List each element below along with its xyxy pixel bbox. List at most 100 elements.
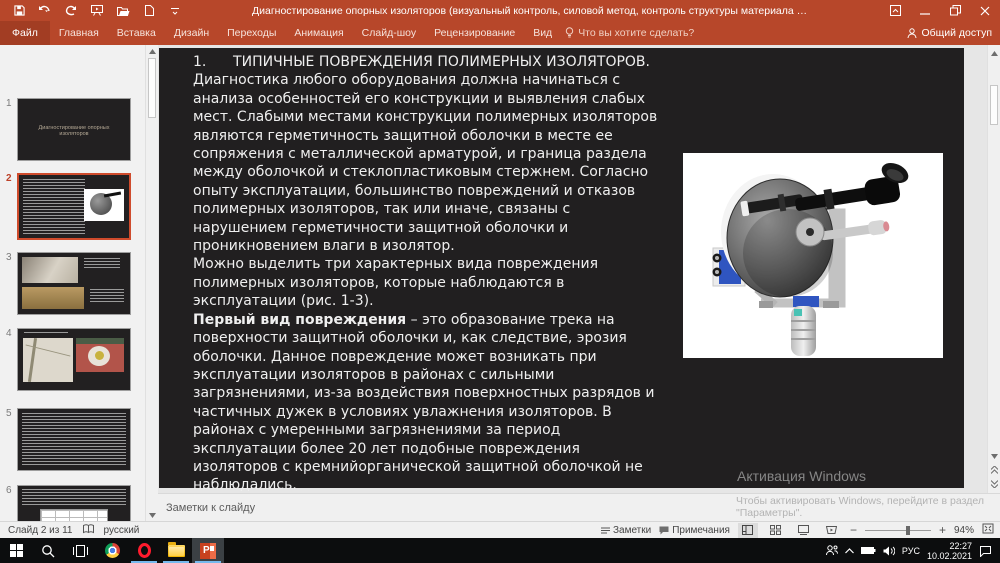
slide-paragraph: Можно выделить три характерных вида повр… [193,256,599,310]
previous-slide-icon[interactable] [988,464,1000,476]
save-icon[interactable] [6,2,32,20]
customize-qat-icon[interactable] [162,2,188,20]
task-view-button[interactable] [64,538,96,563]
language-indicator[interactable]: русский [104,525,140,536]
zoom-out-button[interactable]: − [850,523,857,537]
title-bar: Диагностирование опорных изоляторов (виз… [0,0,1000,21]
comments-icon [659,526,669,534]
tab-view[interactable]: Вид [524,21,561,45]
slide-number: 4 [6,328,12,339]
slide-thumbnail-pane: 1 Диагностирование опорных изоляторов 2 … [0,45,158,521]
comments-toggle[interactable]: Примечания [659,525,730,536]
input-language-badge[interactable]: РУС [902,546,920,556]
slide-sorter-view-button[interactable] [766,523,786,538]
slideshow-view-button[interactable] [822,523,842,538]
slide-text-box[interactable]: 1. ТИПИЧНЫЕ ПОВРЕЖДЕНИЯ ПОЛИМЕРНЫХ ИЗОЛЯ… [193,53,658,495]
minimize-button[interactable] [910,0,940,21]
open-icon[interactable] [110,2,136,20]
activation-watermark-title: Активация Windows [737,468,867,484]
file-explorer-icon [167,541,185,557]
tab-slideshow[interactable]: Слайд-шоу [353,21,425,45]
slide-thumbnail-5[interactable] [17,408,131,471]
slide-counter: Слайд 2 из 11 [8,524,73,536]
editor-scrollbar[interactable] [987,45,1000,493]
taskbar-powerpoint-button[interactable]: P [192,538,224,563]
taskbar-clock[interactable]: 22:27 10.02.2021 [927,541,972,561]
scroll-up-icon[interactable] [146,45,158,57]
volume-icon[interactable] [883,546,895,556]
slide-number: 5 [6,408,12,419]
next-slide-icon[interactable] [988,478,1000,490]
taskbar-chrome-button[interactable] [96,538,128,563]
tab-insert[interactable]: Вставка [108,21,165,45]
zoom-level[interactable]: 94% [954,525,974,536]
clock-date: 10.02.2021 [926,550,972,561]
taskbar-explorer-button[interactable] [160,538,192,563]
activation-watermark-body: Чтобы активировать Windows, перейдите в … [736,495,984,519]
scroll-up-icon[interactable] [988,47,1000,59]
slide-thumbnail-2-selected[interactable] [17,173,131,240]
clock-time: 22:27 [949,540,972,551]
thumbnail-title-text: Диагностирование опорных изоляторов [38,125,110,137]
windows-logo-icon [9,544,23,557]
start-button[interactable] [0,538,32,563]
tab-home[interactable]: Главная [50,21,108,45]
slide-thumbnail-4[interactable] [17,328,131,391]
tab-review[interactable]: Рецензирование [425,21,524,45]
slide-number: 3 [6,252,12,263]
scroll-down-icon[interactable] [988,450,1000,462]
notes-pane[interactable]: Заметки к слайду Чтобы активировать Wind… [158,493,1000,521]
slide-thumbnail-3[interactable] [17,252,131,315]
status-bar: Слайд 2 из 11 русский Заметки Примечания [0,521,1000,538]
people-icon[interactable] [825,545,838,556]
restore-button[interactable] [940,0,970,21]
ribbon-tab-bar: Файл Главная Вставка Дизайн Переходы Ани… [0,21,1000,45]
search-icon [42,544,55,557]
fit-slide-to-window-icon[interactable] [982,523,994,537]
tab-file[interactable]: Файл [0,21,50,45]
close-button[interactable] [970,0,1000,21]
tell-me-box[interactable]: Что вы хотите сделать? [565,27,694,39]
tab-transitions[interactable]: Переходы [218,21,285,45]
new-file-icon[interactable] [136,2,162,20]
person-icon [907,27,917,38]
normal-view-button[interactable] [737,522,758,538]
slide-image-device[interactable] [683,153,943,358]
scrollbar-thumb[interactable] [148,58,156,118]
notes-icon [600,527,610,533]
share-button[interactable]: Общий доступ [907,27,992,39]
redo-icon[interactable] [58,2,84,20]
slide-editor-area: 1. ТИПИЧНЫЕ ПОВРЕЖДЕНИЯ ПОЛИМЕРНЫХ ИЗОЛЯ… [158,45,1000,493]
window-title: Диагностирование опорных изоляторов (виз… [252,4,812,17]
windows-taskbar: P РУС 22:27 10.02.2021 [0,538,1000,563]
tab-design[interactable]: Дизайн [165,21,218,45]
thumbnail-scrollbar[interactable] [145,45,158,521]
action-center-icon[interactable] [979,545,992,557]
undo-icon[interactable] [32,2,58,20]
reading-view-button[interactable] [794,523,814,538]
slide-paragraph: Первый вид повреждения – это образование… [193,311,655,494]
zoom-slider[interactable] [864,523,931,538]
slide-thumbnail-6[interactable] [17,485,131,521]
slide-number: 6 [6,485,12,496]
proofing-icon[interactable] [82,523,94,537]
start-slideshow-icon[interactable] [84,2,110,20]
battery-icon[interactable] [860,546,876,555]
zoom-in-button[interactable]: + [939,523,946,537]
slide-number: 2 [6,173,12,184]
show-hidden-icons-chevron[interactable] [844,547,854,554]
ribbon-display-options-icon[interactable] [880,0,910,21]
notes-placeholder: Заметки к слайду [166,502,256,514]
taskbar-search-button[interactable] [32,538,64,563]
notes-toggle[interactable]: Заметки [600,525,651,536]
powerpoint-window: Диагностирование опорных изоляторов (виз… [0,0,1000,563]
scroll-down-icon[interactable] [146,509,158,521]
slide-heading: 1. ТИПИЧНЫЕ ПОВРЕЖДЕНИЯ ПОЛИМЕРНЫХ ИЗОЛЯ… [193,54,650,70]
scrollbar-thumb[interactable] [990,85,998,125]
taskbar-opera-button[interactable] [128,538,160,563]
zoom-slider-thumb[interactable] [905,525,910,535]
slide-thumbnail-1[interactable]: Диагностирование опорных изоляторов [17,98,131,161]
tab-animations[interactable]: Анимация [285,21,352,45]
current-slide-canvas[interactable]: 1. ТИПИЧНЫЕ ПОВРЕЖДЕНИЯ ПОЛИМЕРНЫХ ИЗОЛЯ… [159,48,964,493]
system-tray: РУС 22:27 10.02.2021 [825,541,1000,561]
